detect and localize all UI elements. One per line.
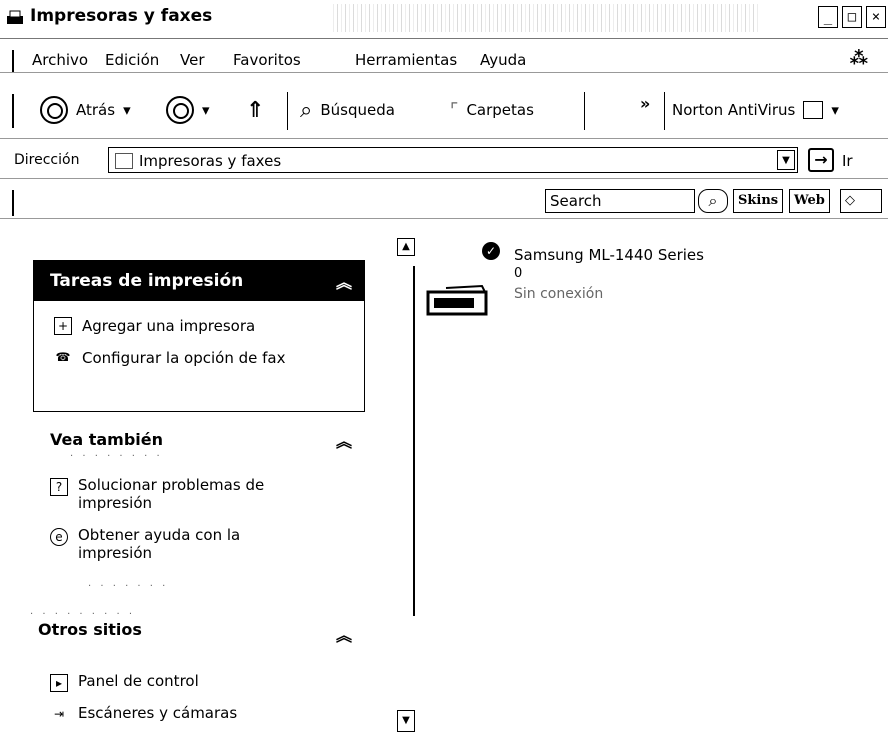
back-button[interactable]: Atrás ▾ (40, 94, 131, 126)
control-panel-label: Panel de control (78, 672, 199, 690)
forward-arrow-icon (166, 96, 194, 124)
title-bar: Impresoras y faxes _ □ × (0, 0, 888, 39)
menu-archivo[interactable]: Archivo (32, 51, 88, 69)
menu-ver[interactable]: Ver (180, 51, 205, 69)
search-toolbar: ⌕ Skins Web ◇ (0, 186, 888, 219)
toolbar-more-button[interactable]: » (640, 94, 650, 113)
printer-jobs: 0 (514, 266, 523, 281)
menu-ayuda[interactable]: Ayuda (480, 51, 526, 69)
window-title: Impresoras y faxes (30, 6, 213, 26)
troubleshoot-printing-link[interactable]: ? Solucionar problemas de impresión (50, 476, 308, 512)
printers-folder-icon (115, 153, 133, 169)
configure-fax-link[interactable]: ☎ Configurar la opción de fax (54, 349, 286, 367)
menu-edicion[interactable]: Edición (105, 51, 159, 69)
troubleshoot-printing-label: Solucionar problemas de impresión (78, 476, 265, 512)
scanner-icon: ⇥ (53, 707, 65, 721)
search-toolbar-grip[interactable] (12, 190, 16, 216)
back-label: Atrás (76, 101, 116, 119)
address-field[interactable]: Impresoras y faxes ▼ (108, 147, 798, 173)
go-label[interactable]: Ir (842, 152, 853, 170)
search-toolbar-button[interactable]: ⌕ Búsqueda (300, 94, 395, 126)
forward-button[interactable]: ▾ (166, 94, 210, 126)
web-button[interactable]: Web (789, 189, 830, 213)
folders-button[interactable]: ⌜ Carpetas (450, 94, 534, 126)
search-label: Búsqueda (320, 101, 395, 119)
search-go-icon[interactable]: ⌕ (698, 189, 728, 213)
add-printer-label: Agregar una impresora (82, 317, 256, 335)
toolbar-separator (664, 92, 665, 130)
task-pane: Tareas de impresión ︽ + Agregar una impr… (0, 220, 395, 743)
configure-fax-label: Configurar la opción de fax (82, 349, 286, 367)
default-printer-check-icon: ✓ (482, 242, 500, 260)
scan-noise: . . . . . . . . (70, 448, 163, 459)
scanners-cameras-label: Escáneres y cámaras (78, 704, 238, 722)
up-folder-icon: ⇑ (246, 97, 265, 123)
toolbar-separator (584, 92, 585, 130)
other-places-title: Otros sitios (38, 620, 142, 639)
task-pane-scrollbar[interactable]: ▲ ▼ (395, 232, 419, 742)
scroll-track[interactable] (413, 266, 415, 616)
control-panel-link[interactable]: ▸ Panel de control (50, 672, 199, 692)
printer-status: Sin conexión (514, 286, 604, 302)
printer-icon (426, 284, 488, 316)
title-bar-texture (330, 4, 760, 32)
fax-icon: ☎ (55, 350, 71, 364)
print-tasks-title: Tareas de impresión (50, 271, 244, 291)
skins-button[interactable]: Skins (733, 189, 784, 213)
print-tasks-header[interactable]: Tareas de impresión ︽ (34, 261, 364, 301)
see-also-title: Vea también (50, 430, 164, 449)
address-value: Impresoras y faxes (139, 152, 282, 170)
scanners-cameras-link[interactable]: ⇥ Escáneres y cámaras (50, 704, 237, 724)
maximize-button[interactable]: □ (842, 6, 862, 28)
help-question-icon: ? (50, 478, 68, 496)
printer-name: Samsung ML-1440 Series (514, 246, 704, 264)
collapse-icon[interactable]: ︽ (336, 622, 352, 646)
add-printer-icon: + (54, 317, 72, 335)
scan-noise: . . . . . . . . . (30, 606, 136, 617)
menu-favoritos[interactable]: Favoritos (233, 51, 301, 69)
forward-dropdown-icon[interactable]: ▾ (202, 101, 210, 119)
norton-antivirus-button[interactable]: Norton AntiVirus ▾ (672, 94, 839, 126)
scroll-down-arrow-icon[interactable]: ▼ (397, 710, 415, 732)
scroll-up-arrow-icon[interactable]: ▲ (397, 238, 415, 256)
close-button[interactable]: × (866, 6, 886, 28)
print-tasks-box: Tareas de impresión ︽ + Agregar una impr… (33, 260, 365, 412)
norton-antivirus-icon (803, 101, 824, 119)
eraser-icon[interactable]: ◇ (840, 189, 882, 213)
search-input[interactable] (545, 189, 695, 213)
control-panel-icon: ▸ (50, 674, 68, 692)
up-button[interactable]: ⇑ (246, 94, 264, 126)
add-printer-link[interactable]: + Agregar una impresora (54, 317, 255, 335)
folders-label: Carpetas (466, 101, 534, 119)
go-arrow-icon[interactable]: → (808, 148, 834, 172)
printing-help-link[interactable]: e Obtener ayuda con la impresión (50, 526, 308, 562)
folders-icon: ⌜ (450, 99, 459, 121)
printer-item[interactable]: ✓ Samsung ML-1440 Series 0 Sin conexión (426, 240, 756, 330)
windows-logo-icon: ⁂ (849, 48, 868, 69)
scan-noise: . . . . . . . (88, 578, 169, 589)
search-icon: ⌕ (300, 97, 313, 123)
collapse-icon[interactable]: ︽ (336, 428, 352, 452)
menu-bar: Archivo Edición Ver Favoritos Herramient… (0, 44, 888, 73)
printing-help-label: Obtener ayuda con la impresión (78, 526, 241, 562)
help-globe-icon: e (50, 528, 68, 546)
address-bar: Dirección Impresoras y faxes ▼ → Ir (0, 144, 888, 179)
address-dropdown-icon[interactable]: ▼ (777, 150, 795, 170)
toolbar-separator (287, 92, 288, 130)
back-arrow-icon (40, 96, 68, 124)
collapse-icon[interactable]: ︽ (336, 269, 352, 293)
address-label: Dirección (14, 152, 80, 168)
back-dropdown-icon[interactable]: ▾ (123, 101, 131, 119)
menu-grip[interactable] (12, 50, 16, 72)
standard-toolbar: Atrás ▾ ▾ ⇑ ⌕ Búsqueda ⌜ Carpetas » Nort… (0, 80, 888, 139)
norton-label: Norton AntiVirus (672, 101, 796, 119)
menu-herramientas[interactable]: Herramientas (355, 51, 457, 69)
printer-fax-icon (7, 10, 23, 24)
toolbar-grip[interactable] (12, 94, 16, 128)
norton-dropdown-icon[interactable]: ▾ (831, 101, 839, 119)
minimize-button[interactable]: _ (818, 6, 838, 28)
